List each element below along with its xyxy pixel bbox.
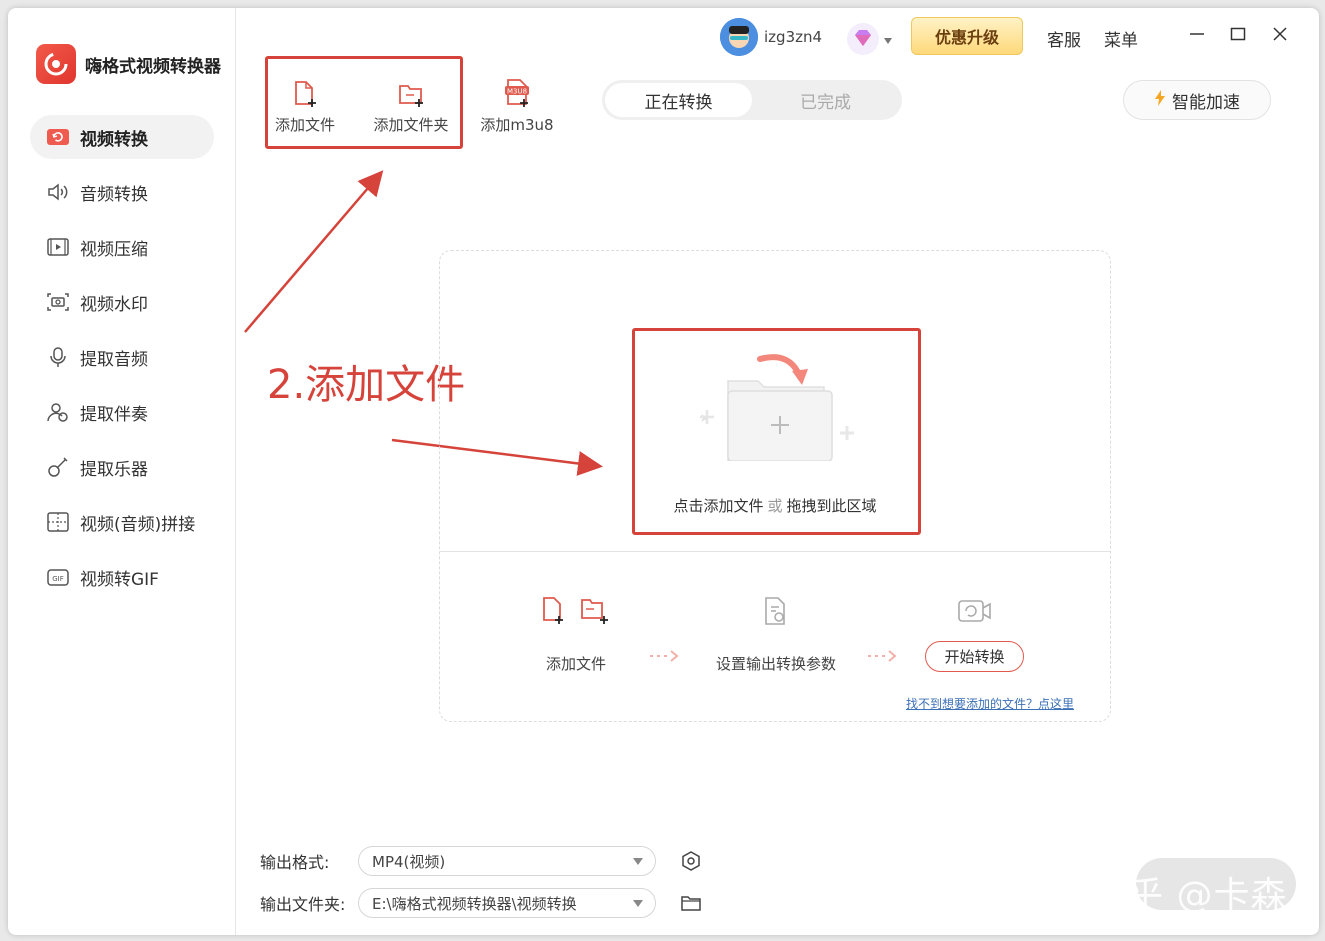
convert-video-icon (957, 597, 993, 629)
output-format-value: MP4(视频) (372, 852, 446, 871)
drop-divider (440, 551, 1110, 552)
output-folder-label: 输出文件夹: (260, 895, 346, 914)
chevron-down-icon (633, 900, 643, 907)
step-set-params: 设置输出转换参数 (706, 595, 846, 674)
folder-icon[interactable] (680, 892, 702, 914)
arrow-right-icon (867, 648, 897, 667)
settings-file-icon (706, 595, 846, 631)
annotation-label: 2.添加文件 (267, 362, 466, 408)
start-convert-button[interactable]: 开始转换 (925, 641, 1024, 672)
output-folder-select[interactable]: E:\嗨格式视频转换器\视频转换 (358, 888, 656, 918)
arrow-to-toolbar (244, 170, 384, 333)
chevron-down-icon (633, 858, 643, 865)
help-link[interactable]: 找不到想要添加的文件？点这里 (906, 695, 1074, 712)
output-format-label: 输出格式: (260, 853, 330, 872)
step-params-label: 设置输出转换参数 (715, 655, 836, 673)
step-add-file: 添加文件 (536, 595, 616, 674)
annotation-highlight-dropzone (632, 328, 921, 535)
add-file-step-icon (536, 595, 616, 631)
watermark-text: 知乎 @卡森 (1090, 875, 1288, 916)
app-window: 嗨格式视频转换器 视频转换 音频转换 视频压缩 视频水印 提取音频 提取伴奏 提… (8, 8, 1319, 935)
step-add-label: 添加文件 (545, 655, 606, 673)
output-format-row: 输出格式: MP4(视频) (260, 846, 702, 876)
output-folder-row: 输出文件夹: E:\嗨格式视频转换器\视频转换 (260, 888, 702, 918)
output-format-select[interactable]: MP4(视频) (358, 846, 656, 876)
format-settings-icon[interactable] (680, 850, 702, 872)
arrow-right-icon (649, 648, 679, 667)
output-folder-value: E:\嗨格式视频转换器\视频转换 (372, 894, 577, 913)
